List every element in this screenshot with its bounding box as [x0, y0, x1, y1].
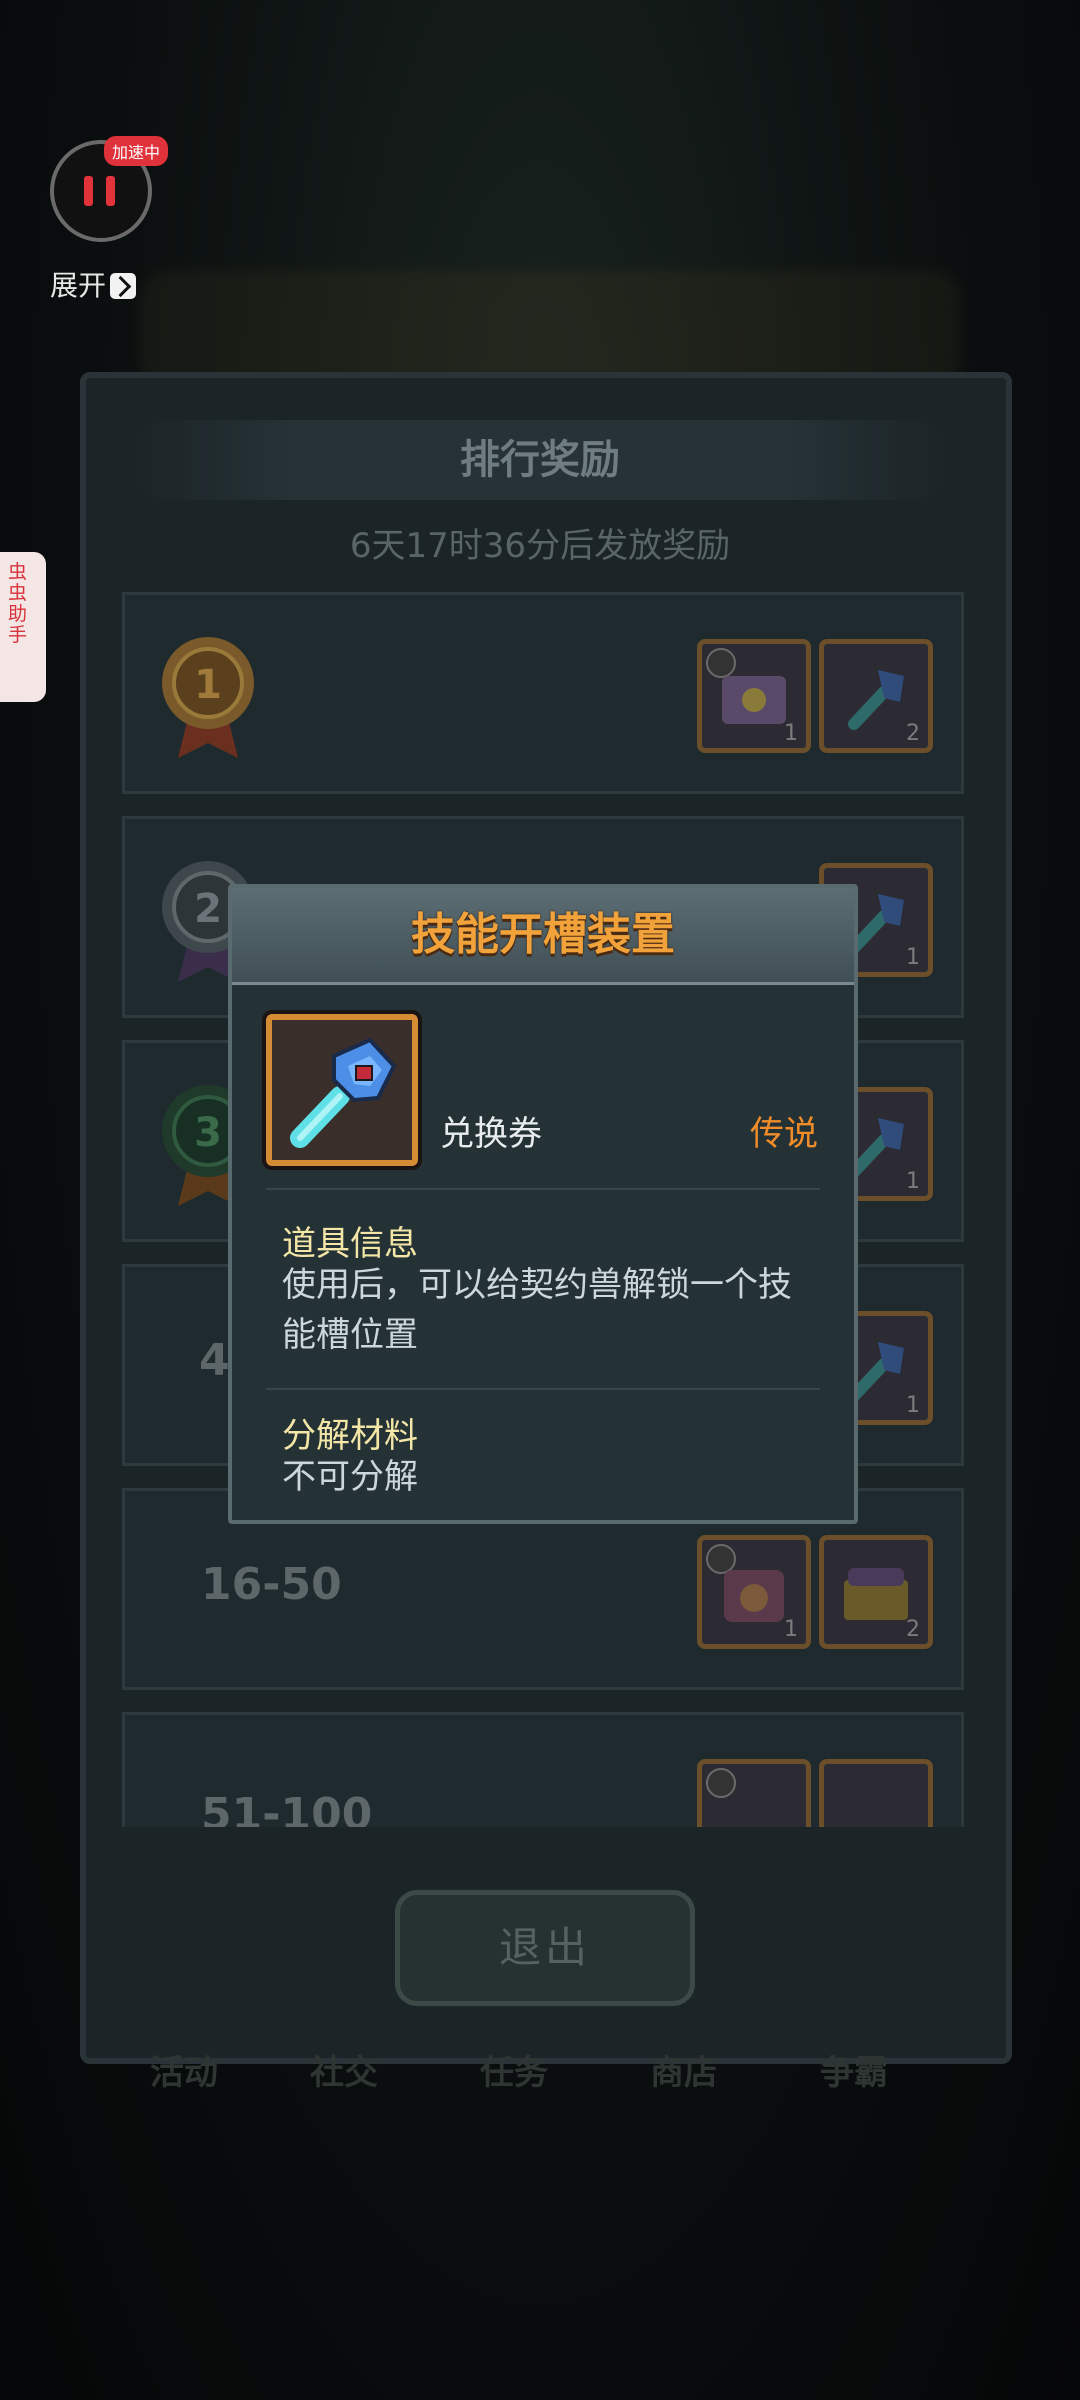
reward-count: 1 [906, 945, 920, 970]
rank-range-label: 4 [199, 1335, 230, 1386]
rarity-label: 传说 [750, 1114, 818, 1154]
reward-count: 2 [906, 1617, 920, 1642]
reward-slot[interactable] [697, 1759, 811, 1827]
medal-number: 2 [194, 886, 222, 932]
item-info-text: 使用后，可以给契约兽解锁一个技能槽位置 [282, 1265, 792, 1355]
pause-icon [84, 176, 93, 206]
reward-slot[interactable]: 1 [697, 1535, 811, 1649]
tab-contest[interactable]: 争霸 [820, 2045, 888, 2094]
reward-count: 1 [784, 1617, 798, 1642]
reward-slot[interactable] [819, 1759, 933, 1827]
rank-range-label: 51-100 [201, 1789, 373, 1827]
divider [266, 1388, 820, 1390]
clock-icon [706, 1768, 736, 1798]
medal-number: 1 [194, 662, 222, 708]
reward-count: 1 [906, 1169, 920, 1194]
gold-medal-icon: 1 [162, 637, 254, 758]
decompose-heading: 分解材料 [282, 1416, 418, 1456]
expand-label: 展开 [50, 269, 107, 302]
dialog-title: 技能开槽装置 [411, 909, 675, 960]
ranking-title-text: 排行奖励 [460, 437, 620, 483]
tab-social[interactable]: 社交 [310, 2045, 378, 2094]
ranking-panel-title: 排行奖励 [130, 420, 950, 500]
side-helper-label: 虫虫助手 [8, 561, 28, 646]
item-detail-dialog: 技能开槽装置 兑换券 传说 道具信息 使用后，可以给契约兽解锁一个技能槽位置 分… [228, 884, 858, 1524]
item-info-heading: 道具信息 [282, 1224, 418, 1264]
decompose-text: 不可分解 [282, 1457, 418, 1497]
divider [266, 1188, 820, 1190]
rank-row: 51-100 [122, 1712, 964, 1827]
reward-slot[interactable]: 2 [819, 1535, 933, 1649]
rank-row: 1 1 2 [122, 592, 964, 794]
skill-slot-key-icon [290, 1037, 397, 1148]
exit-button[interactable]: 退出 [395, 1890, 695, 2006]
pause-icon-bar [106, 176, 115, 206]
reward-slot[interactable]: 2 [819, 639, 933, 753]
medal-number: 3 [194, 1110, 222, 1156]
tab-task[interactable]: 任务 [480, 2045, 548, 2094]
reward-count: 1 [784, 721, 798, 746]
exit-button-label: 退出 [498, 1923, 591, 1972]
reward-slot[interactable]: 1 [697, 639, 811, 753]
item-icon-frame [262, 1010, 422, 1170]
item-type-label: 兑换券 [440, 1114, 542, 1154]
reward-count: 2 [906, 721, 920, 746]
rank-range-label: 16-50 [201, 1559, 342, 1610]
reward-count: 1 [906, 1393, 920, 1418]
tab-activity[interactable]: 活动 [150, 2045, 218, 2094]
expand-icon [110, 273, 137, 299]
speed-badge: 加速中 [104, 136, 169, 166]
side-helper-tab[interactable]: 虫虫助手 [0, 552, 46, 702]
reward-countdown: 6天17时36分后发放奖励 [349, 526, 731, 566]
bottom-tab-bar: 活动 社交 任务 商店 争霸 [120, 2045, 960, 2105]
expand-button[interactable]: 展开 [50, 264, 137, 304]
tab-shop[interactable]: 商店 [650, 2045, 718, 2094]
